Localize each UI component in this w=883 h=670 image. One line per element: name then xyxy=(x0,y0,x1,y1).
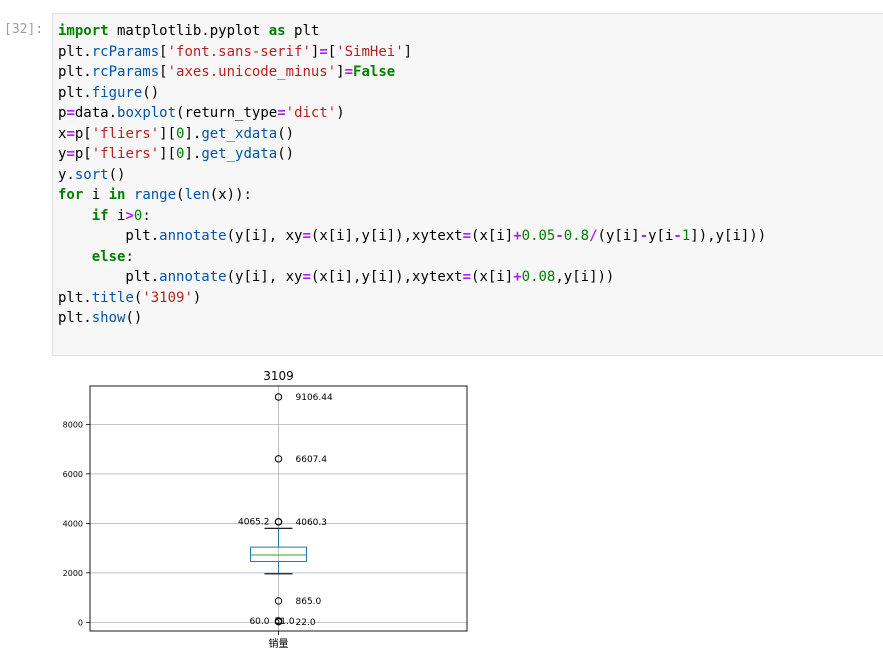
flier-annotation: 9106.44 xyxy=(296,393,333,403)
y-tick-label: 6000 xyxy=(63,470,83,479)
flier-annotation: 4065.2 xyxy=(238,518,270,528)
chart-title: 3109 xyxy=(263,369,294,383)
code-line: else: xyxy=(91,248,134,265)
output-area: 3109 0 2000 4000 6000 8000 销量 9106.44 6607.4 4065… xyxy=(50,366,490,666)
code-line: x=p['fliers'][0].get_xdata() xyxy=(58,125,295,142)
code-line: plt.annotate(y[i], xy=(x[i],y[i]),xytext… xyxy=(58,228,767,244)
y-tick-label: 8000 xyxy=(63,420,83,429)
code-line: plt.figure() xyxy=(58,84,160,101)
code-line: plt.rcParams['axes.unicode_minus']=False xyxy=(58,64,396,80)
code-line: for i in range(len(x)): xyxy=(58,187,252,203)
y-tick-label: 2000 xyxy=(63,569,83,578)
flier-annotation: 60.0 xyxy=(249,617,269,627)
code-editor[interactable]: import matplotlib.pyplot as plt plt.rcPa… xyxy=(58,21,766,329)
flier-annotation: 4060.3 xyxy=(296,518,328,528)
code-line: import matplotlib.pyplot as plt xyxy=(58,23,320,39)
flier-annotation: 22.0 xyxy=(296,618,316,628)
x-tick-label: 销量 xyxy=(269,637,289,650)
code-line: p=data.boxplot(return_type='dict') xyxy=(58,105,345,121)
code-line: plt.annotate(y[i], xy=(x[i],y[i]),xytext… xyxy=(58,269,615,285)
cell-prompt: [32]: xyxy=(4,22,44,37)
flier-annotation: 51.0 xyxy=(275,617,295,627)
y-tick-label: 4000 xyxy=(63,519,83,528)
code-line: plt.title('3109') xyxy=(58,289,202,306)
code-line: y=p['fliers'][0].get_ydata() xyxy=(58,146,295,162)
code-cell-input[interactable]: import matplotlib.pyplot as plt plt.rcPa… xyxy=(52,13,883,356)
boxplot-chart: 3109 0 2000 4000 6000 8000 销量 9106.44 6607.4 4065… xyxy=(63,369,468,650)
code-line: if i>0: xyxy=(91,207,151,224)
flier-annotation: 6607.4 xyxy=(296,455,328,465)
y-tick-label: 0 xyxy=(78,618,83,627)
code-line: y.sort() xyxy=(58,166,126,183)
flier-annotation: 865.0 xyxy=(296,597,322,607)
code-line: plt.rcParams['font.sans-serif']=['SimHei… xyxy=(58,43,413,60)
code-line: plt.show() xyxy=(58,310,143,326)
